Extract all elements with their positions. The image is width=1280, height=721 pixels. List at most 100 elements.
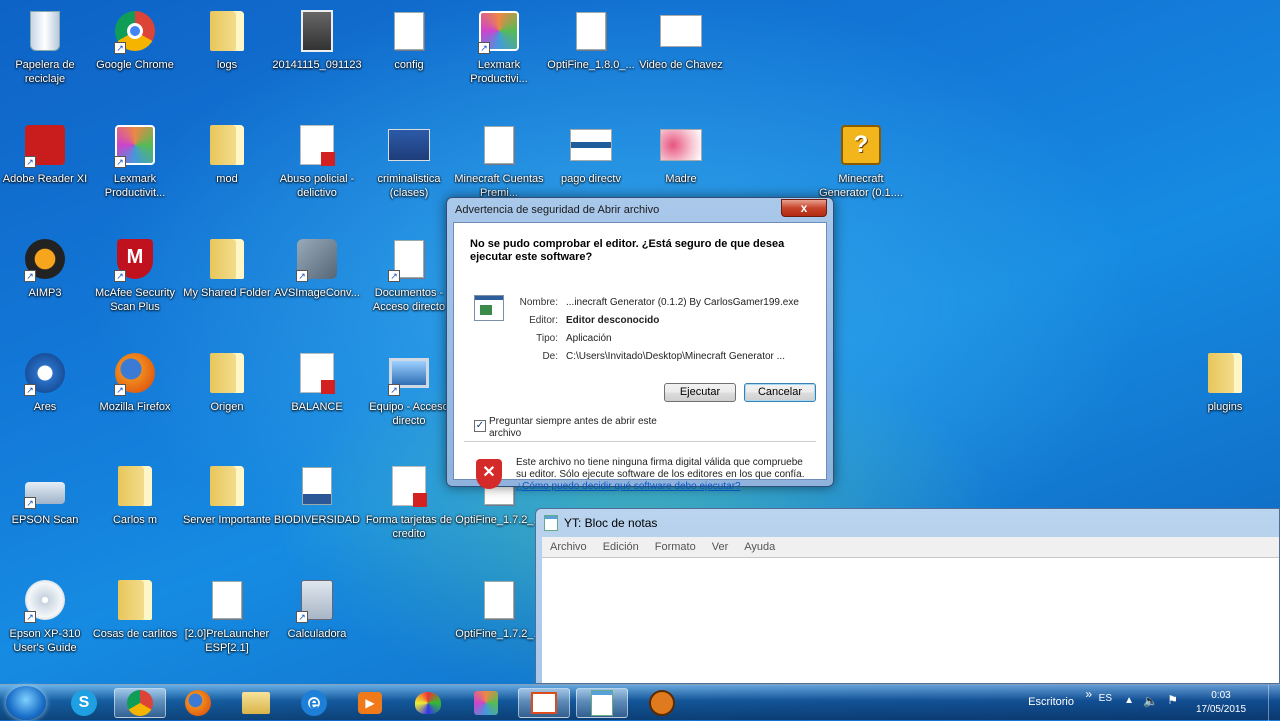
dialog-titlebar[interactable]: Advertencia de seguridad de Abrir archiv… <box>453 198 827 222</box>
shortcut-arrow-icon: ↗ <box>24 384 36 396</box>
icon-label: Epson XP-310 User's Guide <box>9 628 81 654</box>
desktop-icon-epson-guide[interactable]: ↗ Epson XP-310 User's Guide <box>0 573 90 655</box>
always-ask-label[interactable]: Preguntar siempre antes de abrir este ar… <box>489 416 669 440</box>
desktop-icon-server-importante[interactable]: Server Importante <box>182 459 272 527</box>
desktop-toolbar-label[interactable]: Escritorio <box>1028 696 1074 708</box>
folder-icon <box>210 466 244 506</box>
desktop-icon-my-shared-folder[interactable]: My Shared Folder <box>182 232 272 300</box>
close-button[interactable]: x <box>781 199 827 217</box>
notepad-titlebar[interactable]: YT: Bloc de notas <box>536 509 1279 537</box>
desktop-icon-forma-tarjetas[interactable]: Forma tarjetas de credito <box>364 459 454 541</box>
desktop-icon-firefox[interactable]: ↗ Mozilla Firefox <box>90 346 180 414</box>
desktop-icon-ares[interactable]: ↗ Ares <box>0 346 90 414</box>
menu-edicion[interactable]: Edición <box>603 541 639 553</box>
taskbar-bandicam[interactable] <box>636 688 688 718</box>
field-label: Tipo: <box>536 333 558 344</box>
desktop-icon-recycle-bin[interactable]: Papelera de reciclaje <box>0 4 90 86</box>
desktop-icon-epson-scan[interactable]: ↗ EPSON Scan <box>0 459 90 527</box>
notepad-text-area[interactable] <box>542 557 1279 683</box>
desktop-icon-lexmark[interactable]: ↗ Lexmark Productivi... <box>454 4 544 86</box>
icon-label: Cosas de carlitos <box>92 628 178 640</box>
desktop-icon-pago-directv[interactable]: pago directv <box>546 118 636 186</box>
desktop-icon-mod[interactable]: mod <box>182 118 272 186</box>
taskbar-media-player[interactable]: ▶ <box>344 688 396 718</box>
desktop-icon-plugins[interactable]: plugins <box>1180 346 1270 414</box>
desktop-icon-carlos-m[interactable]: Carlos m <box>90 459 180 527</box>
photo-icon <box>301 10 333 52</box>
language-indicator[interactable]: ES <box>1099 693 1112 704</box>
icon-label: Documentos - Acceso directo <box>372 287 446 313</box>
shortcut-arrow-icon: ↗ <box>24 611 36 623</box>
notepad-menubar: Archivo Edición Formato Ver Ayuda <box>542 537 1279 557</box>
shortcut-arrow-icon: ↗ <box>114 156 126 168</box>
action-center-flag-icon[interactable]: ⚑ <box>1167 693 1178 707</box>
toolbar-chevron-icon[interactable]: » <box>1085 687 1092 701</box>
cancel-button[interactable]: Cancelar <box>744 383 816 402</box>
help-link[interactable]: ¿Cómo puedo decidir qué software debo ej… <box>516 481 741 492</box>
field-value: C:\Users\Invitado\Desktop\Minecraft Gene… <box>566 351 785 362</box>
taskbar-chrome[interactable] <box>114 688 166 718</box>
taskbar-internet-explorer[interactable]: e <box>288 688 340 718</box>
desktop-icon-madre[interactable]: Madre <box>636 118 726 186</box>
icon-label: Minecraft Cuentas Premi... <box>454 173 544 199</box>
notepad-window[interactable]: YT: Bloc de notas Archivo Edición Format… <box>535 508 1280 684</box>
desktop-icon-calculadora[interactable]: ↗ Calculadora <box>272 573 362 641</box>
notepad-title: YT: Bloc de notas <box>564 516 658 530</box>
desktop-icon-video[interactable]: Video de Chavez <box>636 4 726 72</box>
desktop-icon-adobe-reader[interactable]: ↗ Adobe Reader XI <box>0 118 90 186</box>
field-value: Aplicación <box>566 333 612 344</box>
volume-icon[interactable]: 🔈 <box>1143 694 1158 708</box>
menu-archivo[interactable]: Archivo <box>550 541 587 553</box>
desktop-icon-minecraft-generator[interactable]: ? Minecraft Generator (0.1.... <box>816 118 906 200</box>
desktop-icon-equipo[interactable]: ↗ Equipo - Acceso directo <box>364 346 454 428</box>
desktop-icon-config[interactable]: config <box>364 4 454 72</box>
clock[interactable]: 0:03 17/05/2015 <box>1186 689 1256 717</box>
desktop-icon-optifine-180[interactable]: OptiFine_1.8.0_... <box>546 4 636 72</box>
folder-icon <box>118 580 152 620</box>
notepad-icon <box>591 690 613 716</box>
menu-formato[interactable]: Formato <box>655 541 696 553</box>
always-ask-checkbox[interactable]: ✓ <box>474 420 486 432</box>
clock-date: 17/05/2015 <box>1195 704 1247 715</box>
field-label: De: <box>542 351 558 362</box>
desktop-icon-chrome[interactable]: ↗ Google Chrome <box>90 4 180 72</box>
desktop-icon-balance[interactable]: BALANCE <box>272 346 362 414</box>
desktop-icon-avs[interactable]: ↗ AVSImageConv... <box>272 232 362 300</box>
icon-label: config <box>394 59 424 71</box>
desktop-icon-aimp3[interactable]: ↗ AIMP3 <box>0 232 90 300</box>
icon-label: logs <box>216 59 238 71</box>
run-button[interactable]: Ejecutar <box>664 383 736 402</box>
java-file-icon <box>484 581 514 619</box>
desktop-icon-biodiversidad[interactable]: BIODIVERSIDAD <box>272 459 362 527</box>
desktop-icon-photo[interactable]: 20141115_091123 <box>272 4 362 72</box>
show-hidden-icons-arrow-icon[interactable]: ▲ <box>1124 695 1134 706</box>
desktop-icon-cosas-de-carlitos[interactable]: Cosas de carlitos <box>90 573 180 641</box>
desktop-icon-documentos[interactable]: ↗ Documentos - Acceso directo <box>364 232 454 314</box>
icon-label: [2.0]PreLauncher ESP[2.1] <box>184 628 270 654</box>
desktop-icon-criminalistica[interactable]: criminalistica (clases) <box>364 118 454 200</box>
icon-label: Minecraft Generator (0.1.... <box>819 173 903 199</box>
show-desktop-button[interactable] <box>1268 685 1280 721</box>
taskbar-paint[interactable] <box>402 688 454 718</box>
taskbar-notepad[interactable] <box>576 688 628 718</box>
menu-ayuda[interactable]: Ayuda <box>744 541 775 553</box>
desktop-icon-abuso[interactable]: Abuso policial - delictivo <box>272 118 362 200</box>
shortcut-arrow-icon: ↗ <box>388 384 400 396</box>
desktop-icon-minecraft-cuentas[interactable]: Minecraft Cuentas Premi... <box>454 118 544 200</box>
desktop-icon-logs[interactable]: logs <box>182 4 272 72</box>
icon-label: BIODIVERSIDAD <box>273 514 361 526</box>
taskbar-explorer[interactable] <box>230 688 282 718</box>
taskbar-lexmark[interactable] <box>460 688 512 718</box>
desktop-icon-lexmark-2[interactable]: ↗ Lexmark Productivit... <box>90 118 180 200</box>
menu-ver[interactable]: Ver <box>712 541 729 553</box>
desktop-icon-origen[interactable]: Origen <box>182 346 272 414</box>
desktop-icon-optifine-172-b[interactable]: OptiFine_1.7.2_... <box>454 573 544 641</box>
desktop-icon-prelauncher[interactable]: [2.0]PreLauncher ESP[2.1] <box>182 573 272 655</box>
taskbar-security-dialog[interactable] <box>518 688 570 718</box>
shortcut-arrow-icon: ↗ <box>114 42 126 54</box>
desktop-icon-mcafee[interactable]: M ↗ McAfee Security Scan Plus <box>90 232 180 314</box>
start-button[interactable] <box>6 686 46 720</box>
taskbar-skype[interactable]: S <box>58 688 110 718</box>
taskbar-firefox[interactable] <box>172 688 224 718</box>
folder-icon <box>1208 353 1242 393</box>
